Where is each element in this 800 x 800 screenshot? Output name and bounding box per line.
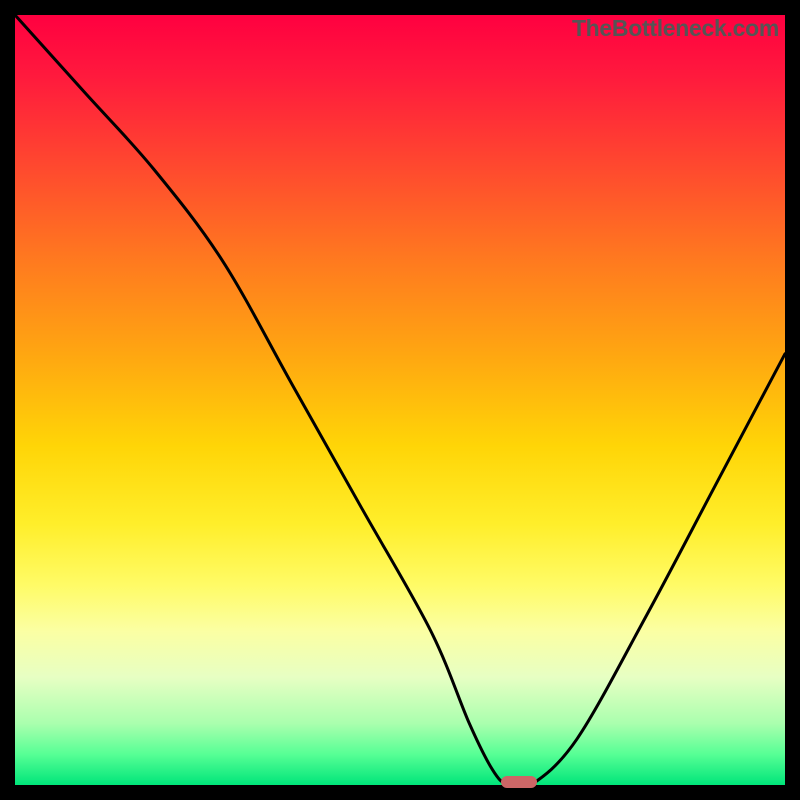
chart-plot-area: TheBottleneck.com [15,15,785,785]
optimal-marker [501,776,537,788]
curve-path [15,15,785,785]
chart-frame: TheBottleneck.com [0,0,800,800]
bottleneck-curve [15,15,785,785]
watermark-text: TheBottleneck.com [572,15,779,42]
